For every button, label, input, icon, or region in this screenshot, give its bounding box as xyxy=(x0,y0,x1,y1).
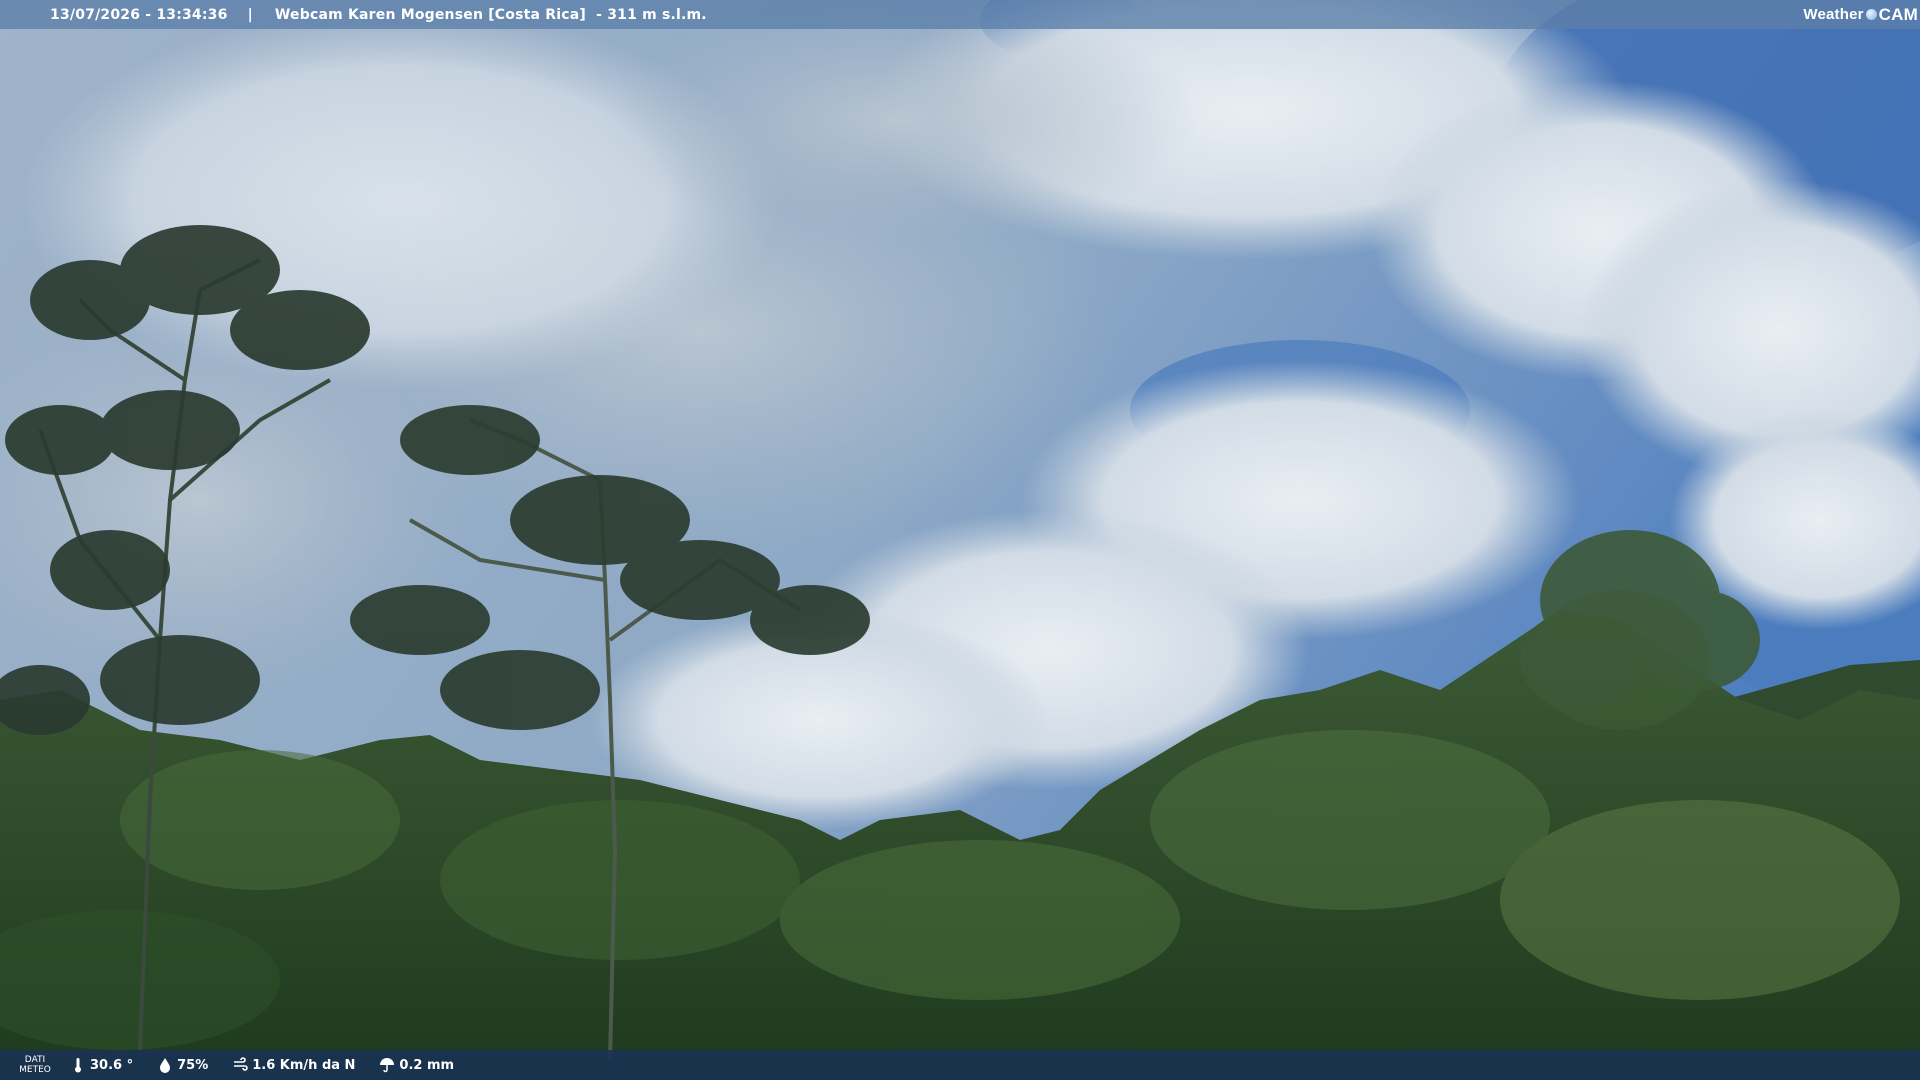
humidity-reading: 75% xyxy=(157,1057,208,1073)
brand-weather: Weather xyxy=(1803,6,1864,23)
rain-icon xyxy=(380,1058,395,1073)
thermometer-icon xyxy=(75,1058,81,1073)
webcam-image xyxy=(0,0,1920,1080)
info-header-bar: 13/07/2026 - 13:34:36 | Webcam Karen Mog… xyxy=(0,0,1920,29)
weather-data-bar: DATI METEO 30.6 ° 75% 1.6 Km/h da N 0.2 … xyxy=(0,1050,1920,1080)
temperature-reading: 30.6 ° xyxy=(70,1057,133,1073)
brand-cam: CAM xyxy=(1878,4,1918,24)
header-separator: | xyxy=(247,6,253,23)
timestamp: 13/07/2026 - 13:34:36 xyxy=(50,6,228,23)
globe-icon xyxy=(1865,9,1877,20)
wind-icon xyxy=(234,1057,248,1071)
humidity-icon xyxy=(160,1058,171,1073)
dati-meteo-label: DATI METEO xyxy=(19,1055,51,1075)
rain-reading: 0.2 mm xyxy=(379,1057,454,1073)
weathercam-logo: Weather CAM xyxy=(1803,2,1918,27)
webcam-title: Webcam Karen Mogensen [Costa Rica] - 311… xyxy=(274,6,707,23)
landscape-scene xyxy=(0,0,1920,1080)
wind-reading: 1.6 Km/h da N xyxy=(232,1057,355,1073)
